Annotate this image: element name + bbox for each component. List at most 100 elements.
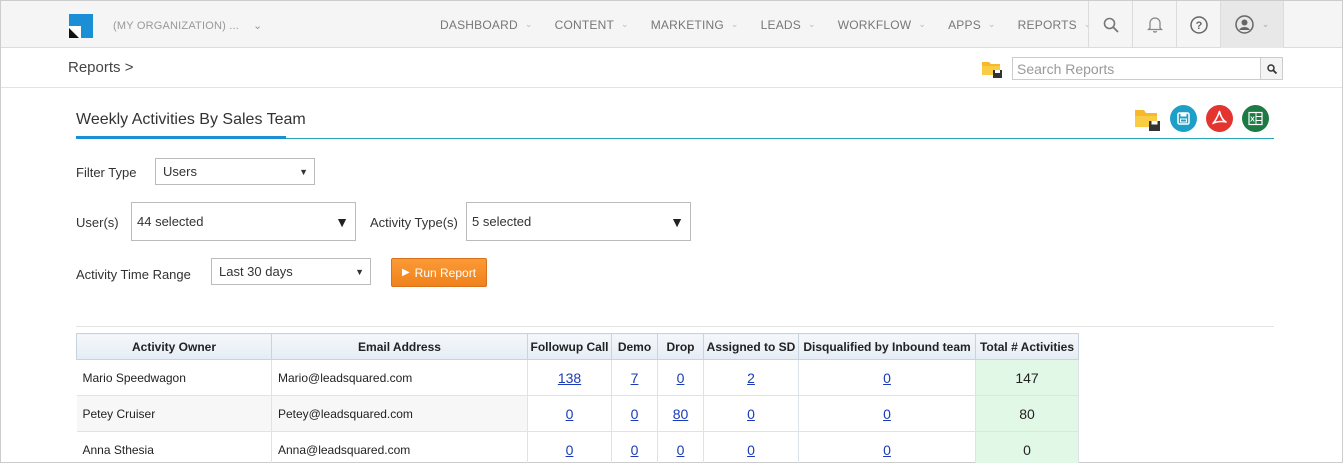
drop-cell: 80 [657, 395, 704, 432]
section-divider [76, 326, 1274, 327]
time-range-select[interactable]: Last 30 days ▼ [211, 258, 371, 285]
svg-text:?: ? [1195, 20, 1202, 32]
disqualified-count-link[interactable]: 0 [883, 442, 891, 458]
table-row: Petey Cruiser Petey@leadsquared.com 0 0 … [76, 395, 1079, 432]
demo-cell: 0 [611, 431, 658, 463]
nav-dashboard[interactable]: DASHBOARD ⌄ [429, 1, 544, 48]
nav-label: APPS [948, 17, 981, 32]
total-activities-cell: 80 [975, 395, 1079, 432]
assigned-cell: 0 [703, 395, 799, 432]
column-header[interactable]: Drop [657, 333, 704, 360]
nav-content[interactable]: CONTENT ⌄ [544, 1, 640, 48]
notifications-button[interactable] [1132, 1, 1176, 48]
column-header[interactable]: Demo [611, 333, 658, 360]
disqualified-cell: 0 [798, 395, 976, 432]
organization-selector[interactable]: (MY ORGANIZATION) ... ⌄ [113, 19, 262, 32]
assigned-count-link[interactable]: 0 [747, 406, 755, 422]
organization-name: (MY ORGANIZATION) ... [113, 20, 240, 32]
column-header[interactable]: Activity Owner [76, 333, 272, 360]
email-cell: Anna@leadsquared.com [271, 431, 528, 463]
filter-type-select[interactable]: Users ▼ [155, 158, 315, 185]
users-value: 44 selected [137, 214, 204, 229]
table-row: Mario Speedwagon Mario@leadsquared.com 1… [76, 359, 1079, 396]
nav-apps[interactable]: APPS ⌄ [937, 1, 1007, 48]
export-pdf-button[interactable] [1206, 105, 1233, 132]
disqualified-count-link[interactable]: 0 [883, 406, 891, 422]
chevron-down-icon: ⌄ [620, 19, 629, 29]
global-search-button[interactable] [1088, 1, 1132, 48]
activity-types-multiselect[interactable]: 5 selected ▼ [466, 202, 691, 241]
column-header[interactable]: Assigned to SD [703, 333, 799, 360]
column-header[interactable]: Followup Call [527, 333, 612, 360]
save-to-folder-button[interactable] [1134, 105, 1161, 132]
run-report-button[interactable]: ▶ Run Report [391, 258, 487, 287]
nav-workflow[interactable]: WORKFLOW ⌄ [827, 1, 937, 48]
time-range-value: Last 30 days [219, 264, 293, 279]
total-activities-cell: 147 [975, 359, 1079, 396]
user-menu-button[interactable]: ⌄ [1220, 1, 1284, 48]
nav-marketing[interactable]: MARKETING ⌄ [640, 1, 750, 48]
top-navbar: (MY ORGANIZATION) ... ⌄ DASHBOARD ⌄ CONTEN… [1, 1, 1342, 48]
demo-count-link[interactable]: 0 [631, 406, 639, 422]
caret-down-icon: ▼ [355, 266, 364, 277]
disqualified-count-link[interactable]: 0 [883, 370, 891, 386]
pdf-export-icon [1212, 110, 1227, 125]
activity-types-label: Activity Type(s) [370, 215, 458, 230]
followup-count-link[interactable]: 138 [558, 370, 581, 386]
caret-down-icon: ▼ [670, 213, 684, 230]
activity-owner-cell: Anna Sthesia [76, 431, 272, 463]
save-icon [1177, 112, 1190, 125]
svg-text:X: X [1250, 117, 1255, 124]
demo-cell: 7 [611, 359, 658, 396]
nav-label: LEADS [760, 17, 801, 32]
filter-type-label: Filter Type [76, 165, 137, 180]
followup-cell: 0 [527, 395, 612, 432]
chevron-down-icon: ⌄ [1261, 19, 1270, 29]
assigned-count-link[interactable]: 0 [747, 442, 755, 458]
help-button[interactable]: ? [1176, 1, 1220, 48]
column-header[interactable]: Disqualified by Inbound team [798, 333, 976, 360]
chevron-down-icon: ⌄ [807, 19, 816, 29]
drop-cell: 0 [657, 431, 704, 463]
followup-cell: 138 [527, 359, 612, 396]
search-reports-input[interactable] [1013, 58, 1258, 79]
help-icon: ? [1189, 15, 1208, 34]
title-accent-bar [76, 136, 286, 139]
bell-icon [1146, 17, 1163, 33]
save-report-button[interactable] [1170, 105, 1197, 132]
time-range-label: Activity Time Range [76, 267, 191, 282]
activities-table: Activity Owner Email Address Followup Ca… [76, 333, 1079, 463]
chevron-down-icon: ⌄ [730, 19, 739, 29]
folder-save-icon [1135, 109, 1160, 131]
export-excel-button[interactable]: X [1242, 105, 1269, 132]
play-icon: ▶ [401, 267, 410, 278]
drop-count-link[interactable]: 0 [677, 370, 685, 386]
assigned-count-link[interactable]: 2 [747, 370, 755, 386]
disqualified-cell: 0 [798, 431, 976, 463]
followup-count-link[interactable]: 0 [566, 442, 574, 458]
users-multiselect[interactable]: 44 selected ▼ [131, 202, 356, 241]
activity-owner-cell: Petey Cruiser [76, 395, 272, 432]
app-logo-icon[interactable] [69, 14, 93, 38]
nav-leads[interactable]: LEADS ⌄ [750, 1, 827, 48]
saved-reports-folder-icon[interactable] [981, 59, 1003, 79]
nav-label: WORKFLOW [837, 17, 912, 32]
chevron-down-icon: ⌄ [987, 19, 996, 29]
demo-count-link[interactable]: 7 [631, 370, 639, 386]
breadcrumb[interactable]: Reports > [68, 59, 133, 76]
demo-count-link[interactable]: 0 [631, 442, 639, 458]
nav-label: CONTENT [554, 17, 614, 32]
search-reports-box [1012, 57, 1283, 80]
column-header[interactable]: Total # Activities [975, 333, 1079, 360]
caret-down-icon: ▼ [299, 166, 308, 177]
caret-down-icon: ▼ [335, 213, 349, 230]
drop-count-link[interactable]: 0 [677, 442, 685, 458]
report-title: Weekly Activities By Sales Team [76, 111, 306, 128]
column-header[interactable]: Email Address [271, 333, 528, 360]
run-report-label: Run Report [414, 265, 477, 280]
drop-count-link[interactable]: 80 [673, 406, 689, 422]
drop-cell: 0 [657, 359, 704, 396]
email-cell: Mario@leadsquared.com [271, 359, 528, 396]
search-reports-button[interactable] [1260, 58, 1282, 79]
followup-count-link[interactable]: 0 [566, 406, 574, 422]
